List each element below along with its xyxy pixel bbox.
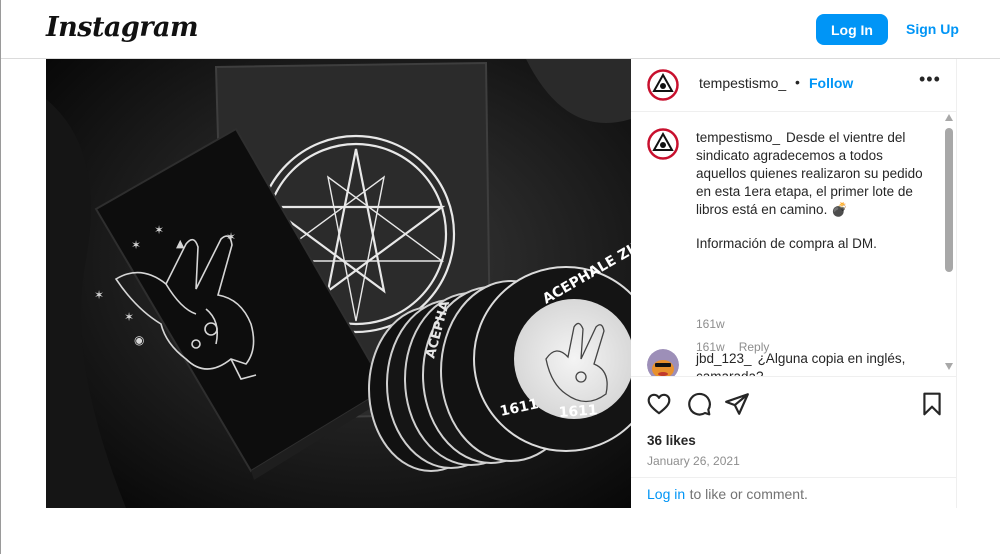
caption-avatar-icon [647, 128, 679, 160]
scroll-down-arrow-icon[interactable] [945, 363, 953, 370]
top-navigation-bar: Instagram Log In Sign Up [1, 0, 1000, 59]
post-photo-image: ✶ ✶ ✶ ✶ ✶ ◉ ▲ ACEPHALE ZINE ACEPHA 1611 … [46, 59, 631, 508]
caption-time: 161w [696, 317, 725, 331]
login-prompt: Log in to like or comment. [631, 477, 957, 508]
reply-button[interactable]: Reply [739, 340, 770, 354]
svg-text:▲: ▲ [176, 237, 185, 250]
caption-text-2: Información de compra al DM. [696, 236, 877, 251]
caption-username[interactable]: tempestismo_ [696, 130, 780, 145]
more-options-icon[interactable]: ••• [919, 69, 941, 90]
separator-dot: • [795, 74, 800, 90]
sticker-year-2: 1611 [558, 402, 598, 421]
instagram-logo[interactable]: Instagram [46, 12, 199, 43]
comments-scrollbar[interactable] [942, 114, 956, 376]
login-link[interactable]: Log in [647, 486, 685, 502]
scrollbar-thumb[interactable] [945, 128, 953, 272]
follow-button[interactable]: Follow [809, 75, 853, 91]
save-bookmark-icon[interactable] [919, 391, 945, 417]
svg-text:✶: ✶ [94, 288, 104, 302]
svg-text:✶: ✶ [124, 310, 134, 324]
svg-text:✶: ✶ [226, 230, 236, 244]
scroll-up-arrow-icon[interactable] [945, 114, 953, 121]
comment-time: 161w [696, 340, 725, 354]
login-prompt-text: to like or comment. [689, 486, 808, 502]
comment-avatar-icon [647, 349, 679, 376]
post-date[interactable]: January 26, 2021 [647, 454, 740, 468]
login-button[interactable]: Log In [816, 14, 888, 45]
post-side-panel: tempestismo_ • Follow ••• tempestismo_ De… [631, 59, 957, 508]
post-actions: 36 likes January 26, 2021 [631, 376, 957, 492]
post-photo[interactable]: ✶ ✶ ✶ ✶ ✶ ◉ ▲ ACEPHALE ZINE ACEPHA 1611 … [46, 59, 631, 508]
author-avatar-icon [647, 69, 679, 101]
share-send-icon[interactable] [724, 391, 750, 417]
author-avatar[interactable] [647, 69, 679, 101]
svg-text:✶: ✶ [154, 223, 164, 237]
svg-text:✶: ✶ [131, 238, 141, 252]
comment-meta: 161w Reply [696, 340, 769, 354]
post-header: tempestismo_ • Follow ••• [631, 59, 957, 112]
author-username[interactable]: tempestismo_ [699, 75, 786, 91]
browser-frame: Instagram Log In Sign Up ✶ ✶ ✶ ✶ ✶ ◉ ▲ A… [0, 0, 1000, 554]
comment-bubble-icon[interactable] [686, 391, 712, 417]
like-heart-icon[interactable] [646, 391, 672, 417]
signup-link[interactable]: Sign Up [906, 21, 959, 37]
comments-list[interactable]: tempestismo_ Desde el vientre del sindica… [631, 112, 957, 376]
comment-avatar[interactable] [647, 349, 679, 376]
likes-count[interactable]: 36 likes [647, 433, 696, 448]
caption-text-block: tempestismo_ Desde el vientre del sindica… [696, 129, 936, 253]
caption-avatar[interactable] [647, 128, 679, 160]
svg-text:◉: ◉ [134, 333, 144, 347]
